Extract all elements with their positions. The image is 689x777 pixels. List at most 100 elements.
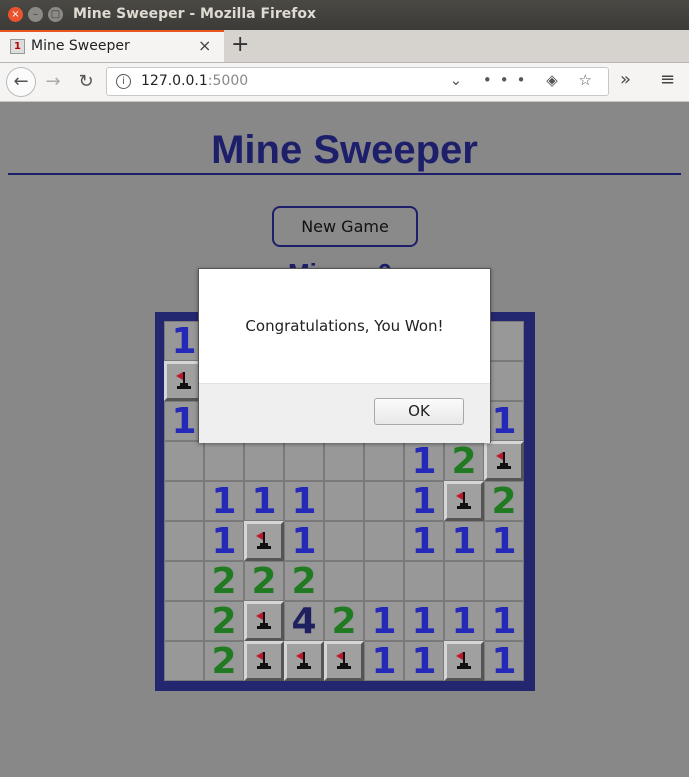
number-cell[interactable]: 1 <box>364 641 404 682</box>
cell-number: 1 <box>491 641 517 682</box>
cell-number: 1 <box>411 481 437 522</box>
dialog-footer: OK <box>199 383 490 443</box>
number-cell[interactable]: 2 <box>444 441 484 482</box>
number-cell[interactable]: 1 <box>404 481 444 522</box>
number-cell[interactable]: 1 <box>284 481 324 522</box>
open-cell[interactable] <box>404 561 444 601</box>
cell-number: 1 <box>251 481 277 522</box>
open-cell[interactable] <box>364 481 404 521</box>
tab-label: Mine Sweeper <box>31 38 130 54</box>
cell-number: 2 <box>211 561 237 602</box>
number-cell[interactable]: 1 <box>284 521 324 562</box>
tab-bar: 1 Mine Sweeper × + <box>0 30 689 63</box>
open-cell[interactable] <box>164 601 204 641</box>
cell-number: 1 <box>451 521 477 562</box>
number-cell[interactable]: 2 <box>284 561 324 602</box>
number-cell[interactable]: 1 <box>484 601 524 642</box>
number-cell[interactable]: 2 <box>244 561 284 602</box>
open-cell[interactable] <box>444 561 484 601</box>
dialog-message: Congratulations, You Won! <box>245 317 444 335</box>
cell-number: 1 <box>411 601 437 642</box>
number-cell[interactable]: 1 <box>484 521 524 562</box>
open-cell[interactable] <box>284 441 324 481</box>
cell-number: 1 <box>211 481 237 522</box>
url-bar[interactable]: i 127.0.0.1:5000 ⌄ ••• ◈ ☆ <box>106 67 609 96</box>
number-cell[interactable]: 1 <box>244 481 284 522</box>
open-cell[interactable] <box>364 441 404 481</box>
number-cell[interactable]: 2 <box>204 561 244 602</box>
flagged-cell[interactable] <box>284 641 324 681</box>
cell-number: 2 <box>251 561 277 602</box>
hamburger-menu-icon[interactable]: ≡ <box>660 69 675 90</box>
cell-number: 1 <box>491 521 517 562</box>
flagged-cell[interactable] <box>324 641 364 681</box>
number-cell[interactable]: 2 <box>484 481 524 522</box>
tab-close-icon[interactable]: × <box>198 36 211 55</box>
flagged-cell[interactable] <box>244 641 284 681</box>
number-cell[interactable]: 1 <box>364 601 404 642</box>
open-cell[interactable] <box>324 481 364 521</box>
overflow-chevron-icon[interactable]: » <box>620 69 631 90</box>
open-cell[interactable] <box>164 561 204 601</box>
flagged-cell[interactable] <box>444 641 484 681</box>
tab-mine-sweeper[interactable]: 1 Mine Sweeper × <box>0 30 224 62</box>
number-cell[interactable]: 1 <box>444 601 484 642</box>
open-cell[interactable] <box>164 481 204 521</box>
cell-number: 1 <box>411 521 437 562</box>
window-close-icon[interactable]: × <box>8 7 23 22</box>
number-cell[interactable]: 1 <box>404 441 444 482</box>
number-cell[interactable]: 2 <box>204 641 244 682</box>
alert-dialog: Congratulations, You Won! OK <box>198 268 491 443</box>
open-cell[interactable] <box>364 521 404 561</box>
open-cell[interactable] <box>164 521 204 561</box>
open-cell[interactable] <box>164 441 204 481</box>
new-game-button[interactable]: New Game <box>272 206 418 247</box>
number-cell[interactable]: 1 <box>484 641 524 682</box>
cell-number: 2 <box>211 641 237 682</box>
open-cell[interactable] <box>484 561 524 601</box>
cell-number: 2 <box>451 441 477 482</box>
window-maximize-icon[interactable]: □ <box>48 7 63 22</box>
open-cell[interactable] <box>164 641 204 681</box>
cell-number: 2 <box>491 481 517 522</box>
forward-arrow-icon[interactable]: → <box>40 69 66 95</box>
flagged-cell[interactable] <box>244 601 284 641</box>
page-title: Mine Sweeper <box>211 128 478 172</box>
ok-button[interactable]: OK <box>374 398 464 425</box>
number-cell[interactable]: 1 <box>204 521 244 562</box>
reload-icon[interactable]: ↻ <box>73 69 99 95</box>
flagged-cell[interactable] <box>444 481 484 521</box>
open-cell[interactable] <box>324 521 364 561</box>
cell-number: 1 <box>411 441 437 482</box>
window-titlebar: × – □ Mine Sweeper - Mozilla Firefox <box>0 0 689 30</box>
cell-number: 1 <box>291 481 317 522</box>
page-actions-icons[interactable]: ⌄ ••• ◈ ☆ <box>450 71 600 89</box>
number-cell[interactable]: 1 <box>444 521 484 562</box>
cell-number: 1 <box>411 641 437 682</box>
cell-number: 1 <box>211 521 237 562</box>
flagged-cell[interactable] <box>244 521 284 561</box>
number-cell[interactable]: 1 <box>404 641 444 682</box>
number-cell[interactable]: 1 <box>204 481 244 522</box>
cell-number: 4 <box>291 601 317 642</box>
flagged-cell[interactable] <box>484 441 524 481</box>
open-cell[interactable] <box>324 441 364 481</box>
title-divider <box>8 173 681 175</box>
number-cell[interactable]: 1 <box>404 601 444 642</box>
open-cell[interactable] <box>364 561 404 601</box>
open-cell[interactable] <box>204 441 244 481</box>
window-minimize-icon[interactable]: – <box>28 7 43 22</box>
back-arrow-icon[interactable]: ← <box>6 67 36 97</box>
number-cell[interactable]: 2 <box>204 601 244 642</box>
number-cell[interactable]: 1 <box>404 521 444 562</box>
new-tab-button[interactable]: + <box>231 32 249 57</box>
open-cell[interactable] <box>244 441 284 481</box>
number-cell[interactable]: 2 <box>324 601 364 642</box>
cell-number: 2 <box>331 601 357 642</box>
number-cell[interactable]: 4 <box>284 601 324 642</box>
info-icon[interactable]: i <box>116 74 131 89</box>
window-title: Mine Sweeper - Mozilla Firefox <box>73 6 316 22</box>
nav-bar: ← → ↻ i 127.0.0.1:5000 ⌄ ••• ◈ ☆ » ≡ <box>0 63 689 102</box>
open-cell[interactable] <box>324 561 364 601</box>
cell-number: 2 <box>291 561 317 602</box>
